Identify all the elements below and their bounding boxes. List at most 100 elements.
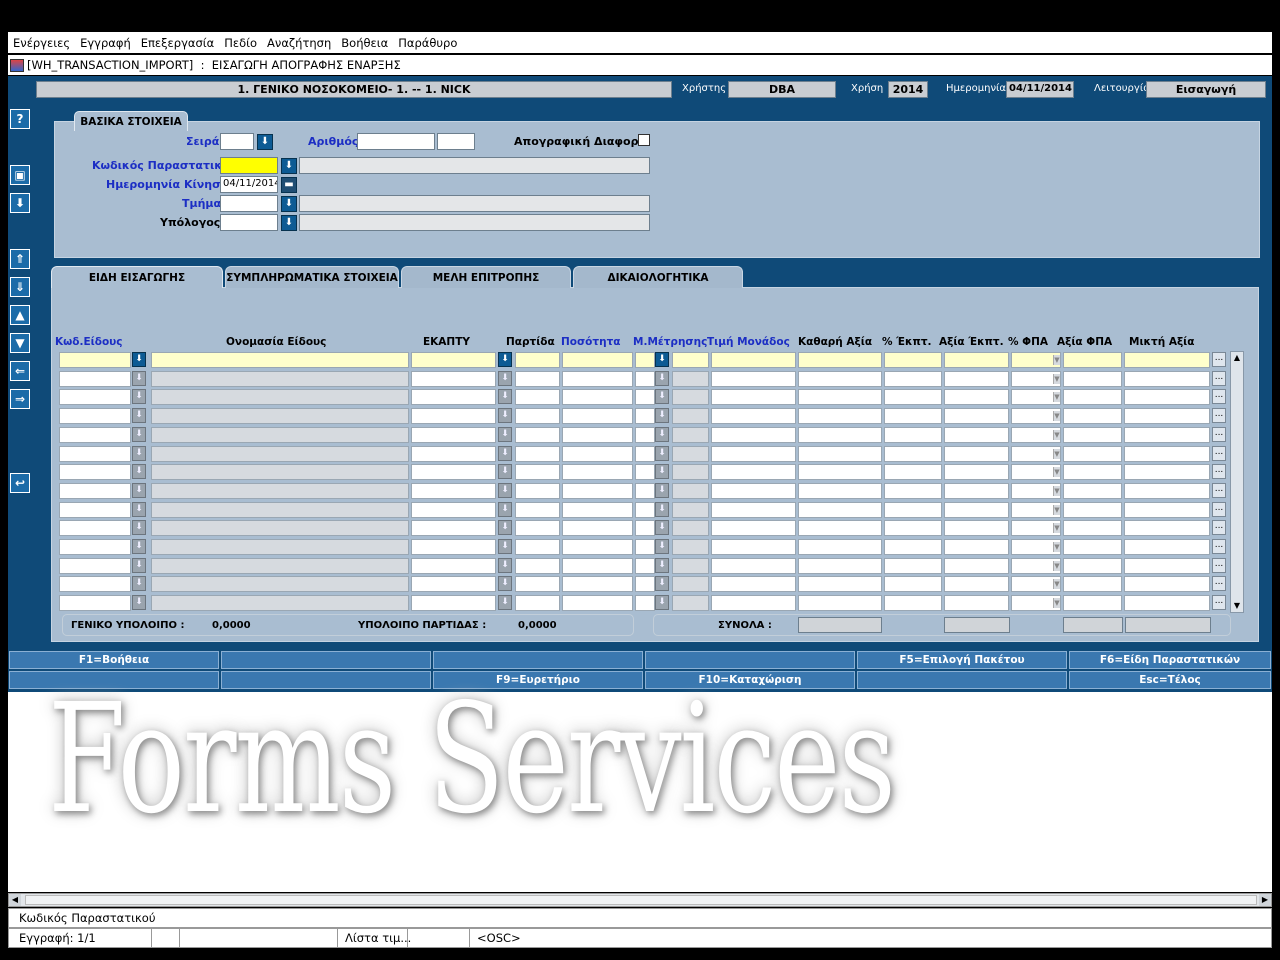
menu-edit[interactable]: Επεξεργασία [141, 36, 214, 50]
exit-icon[interactable]: ↩ [10, 473, 30, 493]
dropdown-arrow-icon[interactable]: ▼ [1053, 429, 1060, 440]
quantity-cell[interactable] [562, 408, 633, 425]
discount-percent-cell[interactable] [884, 557, 942, 574]
uom-lov-icon[interactable]: ⬇ [655, 576, 669, 592]
row-more-button[interactable]: ... [1212, 576, 1226, 592]
discount-value-cell[interactable] [944, 426, 1009, 443]
uom-lov-icon[interactable]: ⬇ [655, 520, 669, 536]
quantity-cell[interactable] [562, 445, 633, 462]
batch-cell[interactable] [515, 352, 560, 368]
f5-select-package-key[interactable]: F5=Επιλογή Πακέτου [857, 651, 1067, 669]
discount-percent-cell[interactable] [884, 389, 942, 406]
uom-code-cell[interactable] [635, 595, 655, 612]
menu-actions[interactable]: Ενέργειες [13, 36, 70, 50]
scroll-left-icon[interactable]: ◀ [9, 894, 21, 906]
discount-percent-cell[interactable] [884, 539, 942, 555]
unit-price-cell[interactable] [711, 370, 796, 387]
item-code-cell[interactable] [59, 539, 131, 555]
vat-percent-select[interactable]: ▼ [1011, 482, 1061, 499]
ekapty-cell[interactable] [411, 408, 496, 425]
vat-value-cell[interactable] [1063, 520, 1122, 537]
ekapty-cell[interactable] [411, 482, 496, 499]
net-value-cell[interactable] [798, 352, 882, 368]
previous-block-icon[interactable]: ⇐ [10, 361, 30, 381]
uom-lov-icon[interactable]: ⬇ [655, 595, 669, 611]
quantity-cell[interactable] [562, 501, 633, 518]
vat-value-cell[interactable] [1063, 557, 1122, 574]
quantity-cell[interactable] [562, 539, 633, 555]
ekapty-lov-icon[interactable]: ⬇ [498, 426, 512, 442]
item-code-cell[interactable] [59, 501, 131, 518]
uom-lov-icon[interactable]: ⬇ [655, 482, 669, 498]
scroll-down-icon[interactable]: ▼ [1231, 600, 1243, 612]
unit-price-cell[interactable] [711, 408, 796, 425]
dropdown-arrow-icon[interactable]: ▼ [1053, 598, 1060, 609]
ekapty-lov-icon[interactable]: ⬇ [498, 445, 512, 461]
row-more-button[interactable]: ... [1212, 464, 1226, 480]
dropdown-arrow-icon[interactable]: ▼ [1053, 504, 1060, 515]
next-block-icon[interactable]: ⇒ [10, 389, 30, 409]
previous-record-icon[interactable]: ▲ [10, 305, 30, 325]
dept-input[interactable] [220, 195, 278, 212]
uom-lov-icon[interactable]: ⬇ [655, 445, 669, 461]
unit-price-cell[interactable] [711, 464, 796, 481]
ekapty-lov-icon[interactable]: ⬇ [498, 557, 512, 573]
row-more-button[interactable]: ... [1212, 408, 1226, 424]
quantity-cell[interactable] [562, 520, 633, 537]
save-icon[interactable]: ▣ [10, 165, 30, 185]
vat-value-cell[interactable] [1063, 352, 1122, 368]
item-lov-icon[interactable]: ⬇ [132, 352, 146, 367]
vat-percent-select[interactable]: ▼ [1011, 520, 1061, 537]
vat-value-cell[interactable] [1063, 595, 1122, 612]
fkey-blank-3[interactable] [645, 651, 855, 669]
gross-value-cell[interactable] [1124, 520, 1210, 537]
unit-price-cell[interactable] [711, 595, 796, 612]
batch-cell[interactable] [515, 539, 560, 555]
gross-value-cell[interactable] [1124, 501, 1210, 518]
item-lov-icon[interactable]: ⬇ [132, 445, 146, 461]
item-lov-icon[interactable]: ⬇ [132, 520, 146, 536]
item-code-cell[interactable] [59, 482, 131, 499]
discount-value-cell[interactable] [944, 595, 1009, 612]
net-value-cell[interactable] [798, 501, 882, 518]
item-lov-icon[interactable]: ⬇ [132, 370, 146, 386]
help-icon[interactable]: ? [10, 109, 30, 129]
unit-price-cell[interactable] [711, 539, 796, 555]
discount-value-cell[interactable] [944, 464, 1009, 481]
item-code-cell[interactable] [59, 370, 131, 387]
ekapty-lov-icon[interactable]: ⬇ [498, 482, 512, 498]
dropdown-arrow-icon[interactable]: ▼ [1053, 542, 1060, 552]
discount-percent-cell[interactable] [884, 370, 942, 387]
dropdown-arrow-icon[interactable]: ▼ [1053, 579, 1060, 590]
vat-value-cell[interactable] [1063, 576, 1122, 593]
gross-value-cell[interactable] [1124, 482, 1210, 499]
vat-percent-select[interactable]: ▼ [1011, 576, 1061, 593]
row-more-button[interactable]: ... [1212, 520, 1226, 536]
quantity-cell[interactable] [562, 370, 633, 387]
tab-supplementary[interactable]: ΣΥΜΠΛΗΡΩΜΑΤΙΚΑ ΣΤΟΙΧΕΙΑ [225, 266, 399, 288]
unit-price-cell[interactable] [711, 576, 796, 593]
tab-supporting-documents[interactable]: ΔΙΚΑΙΟΛΟΓΗΤΙΚΑ [573, 266, 743, 288]
dropdown-arrow-icon[interactable]: ▼ [1053, 485, 1060, 496]
discount-value-cell[interactable] [944, 482, 1009, 499]
f6-doc-types-key[interactable]: F6=Είδη Παραστατικών [1069, 651, 1271, 669]
ekapty-lov-icon[interactable]: ⬇ [498, 389, 512, 405]
doc-code-lov-icon[interactable]: ⬇ [281, 158, 297, 174]
vat-value-cell[interactable] [1063, 482, 1122, 499]
ekapty-cell[interactable] [411, 370, 496, 387]
unit-price-cell[interactable] [711, 445, 796, 462]
grid-vertical-scrollbar[interactable]: ▲ ▼ [1230, 351, 1244, 613]
uom-code-cell[interactable] [635, 482, 655, 499]
batch-cell[interactable] [515, 426, 560, 443]
batch-cell[interactable] [515, 576, 560, 593]
vat-value-cell[interactable] [1063, 389, 1122, 406]
vat-percent-select[interactable]: ▼ [1011, 408, 1061, 425]
tab-committee-members[interactable]: ΜΕΛΗ ΕΠΙΤΡΟΠΗΣ [401, 266, 571, 288]
item-lov-icon[interactable]: ⬇ [132, 539, 146, 554]
row-more-button[interactable]: ... [1212, 352, 1226, 367]
gross-value-cell[interactable] [1124, 408, 1210, 425]
uom-lov-icon[interactable]: ⬇ [655, 557, 669, 573]
unit-price-cell[interactable] [711, 482, 796, 499]
uom-code-cell[interactable] [635, 370, 655, 387]
batch-cell[interactable] [515, 482, 560, 499]
